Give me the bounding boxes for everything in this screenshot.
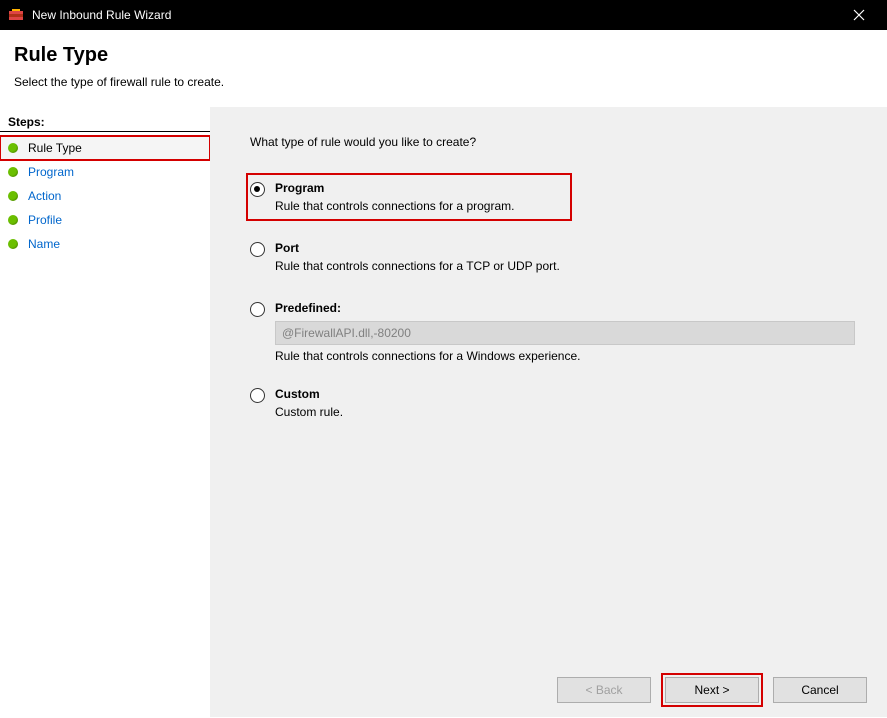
option-program-desc: Rule that controls connections for a pro… [275, 199, 564, 213]
main-panel: What type of rule would you like to crea… [210, 107, 887, 717]
radio-program[interactable] [250, 182, 265, 197]
step-bullet-icon [8, 215, 18, 225]
step-bullet-icon [8, 191, 18, 201]
radio-custom[interactable] [250, 388, 265, 403]
option-custom-desc: Custom rule. [275, 405, 863, 419]
firewall-app-icon [8, 7, 24, 23]
step-name[interactable]: Name [0, 232, 210, 256]
option-port-title: Port [275, 241, 863, 255]
option-custom[interactable]: Custom Custom rule. [250, 383, 867, 423]
option-port[interactable]: Port Rule that controls connections for … [250, 237, 867, 277]
step-rule-type[interactable]: Rule Type [0, 136, 210, 160]
option-predefined-body: Predefined: @FirewallAPI.dll,-80200 Rule… [275, 301, 863, 363]
wizard-button-row: < Back Next > Cancel [557, 677, 867, 703]
page-subtitle: Select the type of firewall rule to crea… [14, 75, 873, 89]
step-program[interactable]: Program [0, 160, 210, 184]
wizard-body: Steps: Rule Type Program Action Profile … [0, 107, 887, 717]
option-predefined-desc: Rule that controls connections for a Win… [275, 349, 863, 363]
option-custom-title: Custom [275, 387, 863, 401]
steps-sidebar: Steps: Rule Type Program Action Profile … [0, 107, 210, 717]
option-custom-body: Custom Custom rule. [275, 387, 863, 419]
rule-type-prompt: What type of rule would you like to crea… [250, 135, 867, 149]
predefined-dropdown[interactable]: @FirewallAPI.dll,-80200 [275, 321, 855, 345]
next-button[interactable]: Next > [665, 677, 759, 703]
option-predefined[interactable]: Predefined: @FirewallAPI.dll,-80200 Rule… [250, 297, 867, 367]
step-label: Rule Type [28, 141, 82, 155]
radio-port[interactable] [250, 242, 265, 257]
option-program[interactable]: Program Rule that controls connections f… [250, 177, 568, 217]
close-icon [853, 9, 865, 21]
option-program-title: Program [275, 181, 564, 195]
steps-heading: Steps: [0, 115, 210, 132]
back-button: < Back [557, 677, 651, 703]
close-button[interactable] [839, 0, 879, 30]
cancel-button[interactable]: Cancel [773, 677, 867, 703]
titlebar: New Inbound Rule Wizard [0, 0, 887, 30]
page-title: Rule Type [14, 44, 873, 67]
step-bullet-icon [8, 239, 18, 249]
option-port-body: Port Rule that controls connections for … [275, 241, 863, 273]
step-label: Name [28, 237, 60, 251]
step-label: Action [28, 189, 61, 203]
predefined-dropdown-value: @FirewallAPI.dll,-80200 [282, 326, 411, 340]
step-label: Program [28, 165, 74, 179]
step-label: Profile [28, 213, 62, 227]
window-title: New Inbound Rule Wizard [32, 8, 839, 22]
wizard-header: Rule Type Select the type of firewall ru… [0, 30, 887, 107]
step-profile[interactable]: Profile [0, 208, 210, 232]
step-action[interactable]: Action [0, 184, 210, 208]
option-program-body: Program Rule that controls connections f… [275, 181, 564, 213]
option-predefined-title: Predefined: [275, 301, 863, 315]
step-bullet-icon [8, 167, 18, 177]
option-port-desc: Rule that controls connections for a TCP… [275, 259, 863, 273]
step-bullet-icon [8, 143, 18, 153]
radio-predefined[interactable] [250, 302, 265, 317]
